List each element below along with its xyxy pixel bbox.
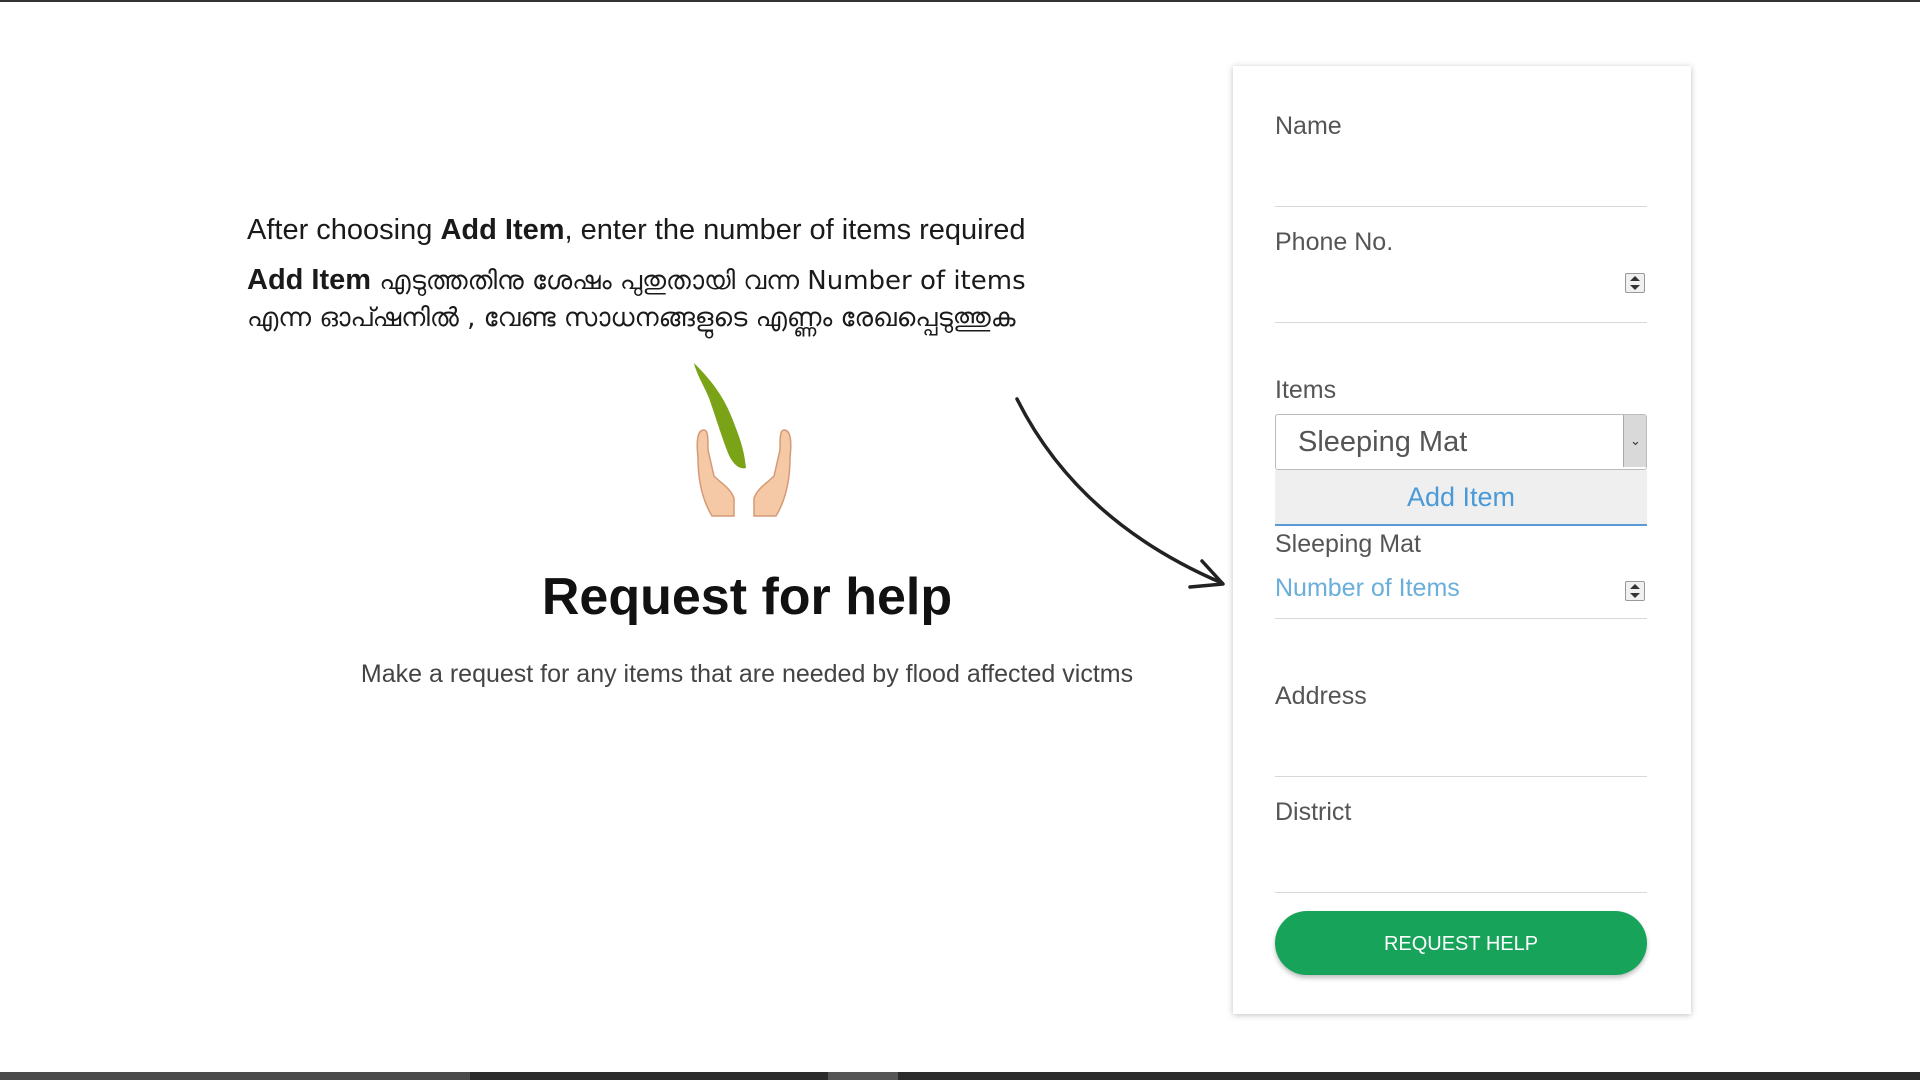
number-of-items-placeholder: Number of Items <box>1275 574 1460 602</box>
chevron-down-icon: ⌄ <box>1630 433 1641 448</box>
district-label: District <box>1275 798 1352 826</box>
instruction-malayalam: Add Item എടുത്തതിനു ശേഷം പുതുതായി വന്ന N… <box>247 262 1127 337</box>
field-underline <box>1275 206 1647 207</box>
items-label-wrap: Items <box>1275 376 1647 406</box>
instruction-text: , enter the number of items required <box>564 214 1026 246</box>
top-rule <box>0 0 1920 2</box>
spinner-icon[interactable] <box>1625 581 1645 601</box>
added-item-label-wrap: Sleeping Mat <box>1275 530 1647 560</box>
items-label: Items <box>1275 376 1337 404</box>
add-item-button[interactable]: Add Item <box>1275 470 1647 526</box>
bottom-bar <box>0 1072 1920 1080</box>
bottom-bar-segment <box>828 1072 898 1080</box>
number-of-items-field[interactable]: Number of Items <box>1275 574 1647 619</box>
arrow-icon <box>1015 397 1225 589</box>
page-title: Request for help <box>541 568 953 626</box>
instruction-text: എടുത്തതിനു ശേഷം പുതുതായി വന്ന Number of … <box>371 266 1026 296</box>
items-select-value: Sleeping Mat <box>1298 426 1468 458</box>
instruction-bold: Add Item <box>247 264 372 296</box>
instruction-bold: Add Item <box>440 214 565 246</box>
kerala-hands-logo-icon <box>694 363 792 517</box>
address-field[interactable]: Address <box>1275 682 1647 777</box>
instruction-text: After choosing <box>247 214 441 246</box>
district-field[interactable]: District <box>1275 798 1647 893</box>
phone-label: Phone No. <box>1275 228 1394 256</box>
added-item-label: Sleeping Mat <box>1275 530 1421 558</box>
field-underline <box>1275 776 1647 777</box>
field-underline <box>1275 892 1647 893</box>
name-field[interactable]: Name <box>1275 112 1647 207</box>
page-subtitle: Make a request for any items that are ne… <box>360 660 1134 688</box>
spinner-icon[interactable] <box>1625 273 1645 293</box>
instruction-overlay: After choosing Add Item, enter the numbe… <box>247 210 1127 337</box>
address-label: Address <box>1275 682 1367 710</box>
items-select[interactable]: Sleeping Mat ⌄ <box>1275 414 1647 470</box>
request-form-card: Name Phone No. Items Sleeping Mat ⌄ Add … <box>1233 66 1691 1014</box>
select-dropdown-button[interactable]: ⌄ <box>1623 415 1646 467</box>
phone-field[interactable]: Phone No. <box>1275 228 1647 323</box>
instruction-text: എന്ന ഓപ്ഷനിൽ , വേണ്ട സാധനങ്ങളുടെ എണ്ണം ര… <box>247 303 1016 333</box>
bottom-bar-segment <box>0 1072 470 1080</box>
instruction-english: After choosing Add Item, enter the numbe… <box>247 210 1127 250</box>
request-help-button[interactable]: REQUEST HELP <box>1275 911 1647 975</box>
field-underline <box>1275 618 1647 619</box>
name-label: Name <box>1275 112 1342 140</box>
field-underline <box>1275 322 1647 323</box>
